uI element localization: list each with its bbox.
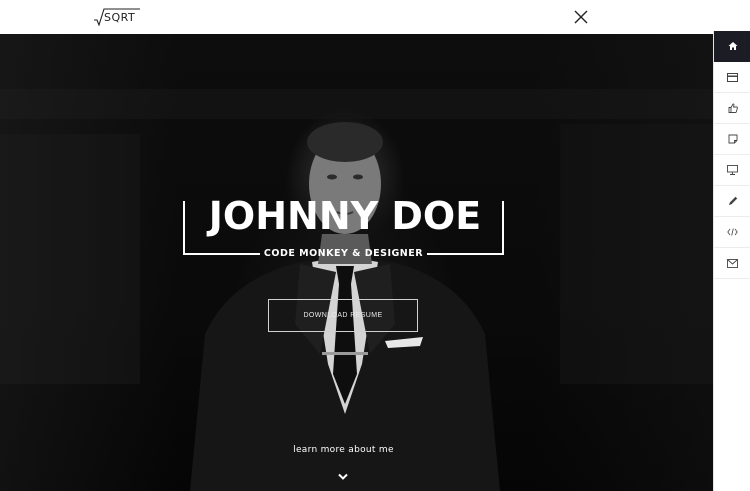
logo-text: SQRT bbox=[104, 11, 136, 24]
top-bar: SQRT bbox=[0, 0, 750, 34]
nav-contact[interactable] bbox=[714, 248, 750, 279]
home-icon bbox=[728, 42, 737, 50]
code-icon bbox=[727, 228, 738, 236]
nav-skills[interactable] bbox=[714, 93, 750, 124]
learn-more-link[interactable]: learn more about me bbox=[0, 445, 687, 455]
monitor-icon bbox=[727, 165, 738, 175]
note-icon bbox=[728, 134, 737, 144]
hero-title: JOHNNY DOE bbox=[208, 194, 482, 238]
envelope-icon bbox=[727, 258, 738, 268]
nav-home[interactable] bbox=[714, 31, 750, 62]
close-button[interactable] bbox=[574, 10, 588, 24]
thumbs-up-icon bbox=[728, 103, 738, 113]
nav-blog[interactable] bbox=[714, 186, 750, 217]
download-resume-button[interactable]: DOWNLOAD RESUME bbox=[268, 299, 418, 332]
nav-resume[interactable] bbox=[714, 62, 750, 93]
hero-subtitle: CODE MONKEY & DESIGNER bbox=[263, 248, 424, 259]
side-nav bbox=[713, 31, 750, 491]
chevron-down-icon bbox=[338, 473, 348, 480]
logo[interactable]: SQRT bbox=[94, 8, 142, 26]
hero-overlay bbox=[0, 34, 713, 491]
scroll-down-button[interactable] bbox=[338, 468, 348, 486]
nav-code[interactable] bbox=[714, 217, 750, 248]
credit-card-icon bbox=[727, 72, 738, 82]
nav-notes[interactable] bbox=[714, 124, 750, 155]
pencil-icon bbox=[728, 196, 737, 205]
close-icon bbox=[574, 10, 588, 24]
hero-section: JOHNNY DOE CODE MONKEY & DESIGNER DOWNLO… bbox=[0, 34, 713, 491]
nav-portfolio[interactable] bbox=[714, 155, 750, 186]
